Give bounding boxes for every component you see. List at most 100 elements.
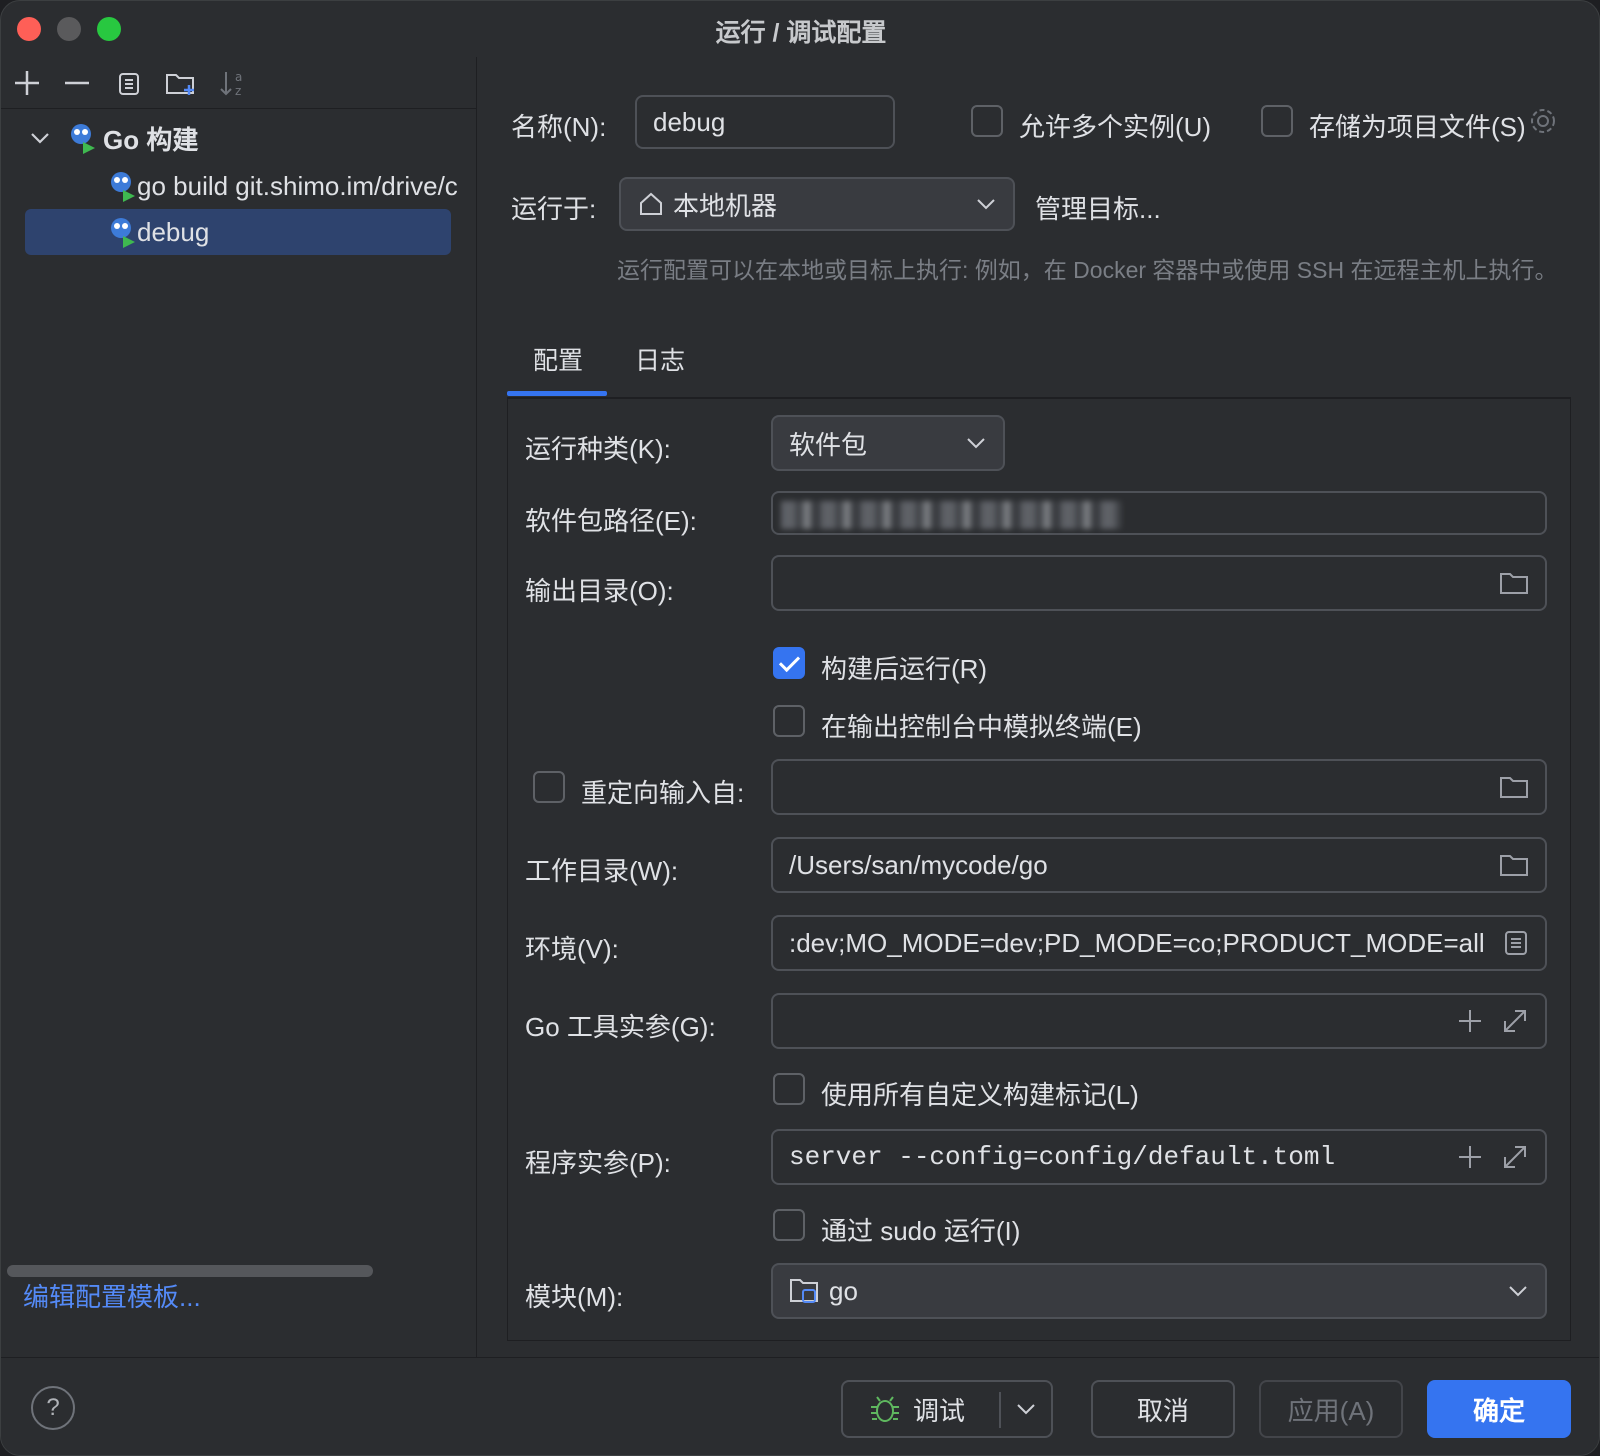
bug-icon xyxy=(871,1396,899,1422)
new-folder-button[interactable] xyxy=(163,65,199,101)
redacted-path xyxy=(781,501,1121,529)
add-config-button[interactable] xyxy=(9,65,45,101)
settings-button[interactable] xyxy=(1527,105,1559,137)
program-args-value: server --config=config/default.toml xyxy=(789,1142,1336,1172)
store-project-label: 存储为项目文件(S) xyxy=(1309,112,1526,142)
go-gopher-icon xyxy=(111,172,135,202)
plus-icon[interactable] xyxy=(1457,1144,1483,1170)
sudo-checkbox[interactable] xyxy=(773,1209,805,1241)
window-title: 运行 / 调试配置 xyxy=(715,19,887,47)
tree-group-go-build[interactable]: Go 构建 xyxy=(29,115,198,161)
folder-icon[interactable] xyxy=(1499,570,1529,596)
go-gopher-icon xyxy=(71,124,95,154)
gear-icon xyxy=(1531,109,1555,133)
program-args-input[interactable]: server --config=config/default.toml xyxy=(771,1129,1547,1185)
run-kind-dropdown[interactable]: 软件包 xyxy=(771,415,1005,471)
custom-tags-label: 使用所有自定义构建标记(L) xyxy=(821,1080,1139,1110)
manage-targets-link[interactable]: 管理目标... xyxy=(1035,189,1161,226)
run-on-hint: 运行配置可以在本地或目标上执行: 例如，在 Docker 容器中或使用 SSH … xyxy=(617,257,1558,283)
workdir-value: /Users/san/mycode/go xyxy=(789,849,1048,880)
store-project-checkbox[interactable] xyxy=(1261,105,1293,137)
active-tab-indicator xyxy=(507,391,607,396)
allow-multi-label: 允许多个实例(U) xyxy=(1019,112,1212,142)
run-kind-label: 运行种类(K): xyxy=(525,434,671,464)
go-tool-args-input[interactable] xyxy=(771,993,1547,1049)
run-kind-value: 软件包 xyxy=(789,429,868,460)
cancel-button[interactable]: 取消 xyxy=(1091,1380,1235,1438)
config-tree-pane: az Go 构建 go build git.shimo.im/drive/c d… xyxy=(1,57,477,1357)
module-dropdown[interactable]: go xyxy=(771,1263,1547,1319)
title-bar: 运行 / 调试配置 xyxy=(1,1,1599,57)
minus-icon xyxy=(65,81,89,85)
env-label: 环境(V): xyxy=(525,934,619,964)
apply-button[interactable]: 应用(A) xyxy=(1259,1380,1403,1438)
chevron-down-icon xyxy=(1509,1286,1527,1297)
module-label: 模块(M): xyxy=(525,1282,624,1312)
remove-config-button[interactable] xyxy=(59,65,95,101)
help-button[interactable]: ? xyxy=(31,1386,75,1430)
edit-templates-link[interactable]: 编辑配置模板... xyxy=(23,1277,201,1314)
dialog-footer: ? 调试 取消 应用(A) 确定 xyxy=(1,1357,1599,1455)
tab-logs[interactable]: 日志 xyxy=(635,341,685,377)
ok-button[interactable]: 确定 xyxy=(1427,1380,1571,1438)
module-value: go xyxy=(829,1275,858,1306)
copy-config-button[interactable] xyxy=(111,65,147,101)
package-path-input[interactable] xyxy=(771,491,1547,535)
svg-text:a: a xyxy=(235,70,242,84)
name-input[interactable]: debug xyxy=(635,95,895,149)
workdir-input[interactable]: /Users/san/mycode/go xyxy=(771,837,1547,893)
output-dir-label: 输出目录(O): xyxy=(525,576,674,606)
tree-toolbar: az xyxy=(1,57,477,109)
debug-button-label: 调试 xyxy=(913,1395,966,1426)
home-icon xyxy=(640,192,662,215)
expand-icon[interactable] xyxy=(1501,1007,1529,1035)
tree-item-label: go build git.shimo.im/drive/c xyxy=(137,170,458,201)
custom-tags-checkbox[interactable] xyxy=(773,1073,805,1105)
sort-az-icon: az xyxy=(220,70,242,98)
copy-icon xyxy=(119,73,139,95)
run-debug-config-window: 运行 / 调试配置 az Go 构建 go build git.shimo.im… xyxy=(0,0,1600,1456)
output-dir-input[interactable] xyxy=(771,555,1547,611)
tree-item-debug[interactable]: debug xyxy=(25,209,451,255)
debug-button[interactable]: 调试 xyxy=(841,1380,1053,1438)
redirect-input-label: 重定向输入自: xyxy=(581,778,745,808)
folder-icon[interactable] xyxy=(1499,774,1529,800)
split-divider xyxy=(999,1392,1001,1428)
module-folder-icon xyxy=(790,1279,818,1303)
list-edit-icon[interactable] xyxy=(1503,929,1529,957)
emulate-terminal-label: 在输出控制台中模拟终端(E) xyxy=(821,712,1142,742)
run-on-label: 运行于: xyxy=(511,194,597,224)
svg-text:z: z xyxy=(235,84,241,98)
redirect-input-field[interactable] xyxy=(771,759,1547,815)
name-label: 名称(N): xyxy=(511,112,607,142)
redirect-input-checkbox[interactable] xyxy=(533,771,565,803)
plus-icon[interactable] xyxy=(1457,1008,1483,1034)
run-after-build-label: 构建后运行(R) xyxy=(821,654,988,684)
go-gopher-icon xyxy=(111,218,135,248)
run-on-dropdown[interactable]: 本地机器 xyxy=(619,177,1015,231)
sudo-label: 通过 sudo 运行(I) xyxy=(821,1216,1021,1246)
workdir-label: 工作目录(W): xyxy=(525,856,679,886)
sort-button[interactable]: az xyxy=(215,65,251,101)
tree-item-go-build[interactable]: go build git.shimo.im/drive/c xyxy=(107,163,477,209)
config-editor-pane: 名称(N): debug 允许多个实例(U) 存储为项目文件(S) 运行于: 本… xyxy=(477,57,1599,1357)
plus-icon xyxy=(15,71,39,95)
tree-item-label: debug xyxy=(137,216,210,247)
env-input[interactable]: :dev;MO_MODE=dev;PD_MODE=co;PRODUCT_MODE… xyxy=(771,915,1547,971)
folder-icon[interactable] xyxy=(1499,852,1529,878)
expand-icon[interactable] xyxy=(1501,1143,1529,1171)
program-args-label: 程序实参(P): xyxy=(525,1148,671,1178)
emulate-terminal-checkbox[interactable] xyxy=(773,705,805,737)
horizontal-scrollbar[interactable] xyxy=(7,1265,373,1277)
name-input-value: debug xyxy=(653,106,726,137)
allow-multi-checkbox[interactable] xyxy=(971,105,1003,137)
chevron-down-icon xyxy=(31,133,49,144)
run-on-value: 本地机器 xyxy=(673,190,778,221)
env-value: :dev;MO_MODE=dev;PD_MODE=co;PRODUCT_MODE… xyxy=(789,927,1485,958)
chevron-down-icon[interactable] xyxy=(1015,1398,1037,1420)
run-after-build-checkbox[interactable] xyxy=(773,647,805,679)
tab-config[interactable]: 配置 xyxy=(533,341,583,377)
folder-add-icon xyxy=(166,74,194,95)
tree-group-label: Go 构建 xyxy=(103,124,199,155)
package-path-label: 软件包路径(E): xyxy=(525,506,697,536)
